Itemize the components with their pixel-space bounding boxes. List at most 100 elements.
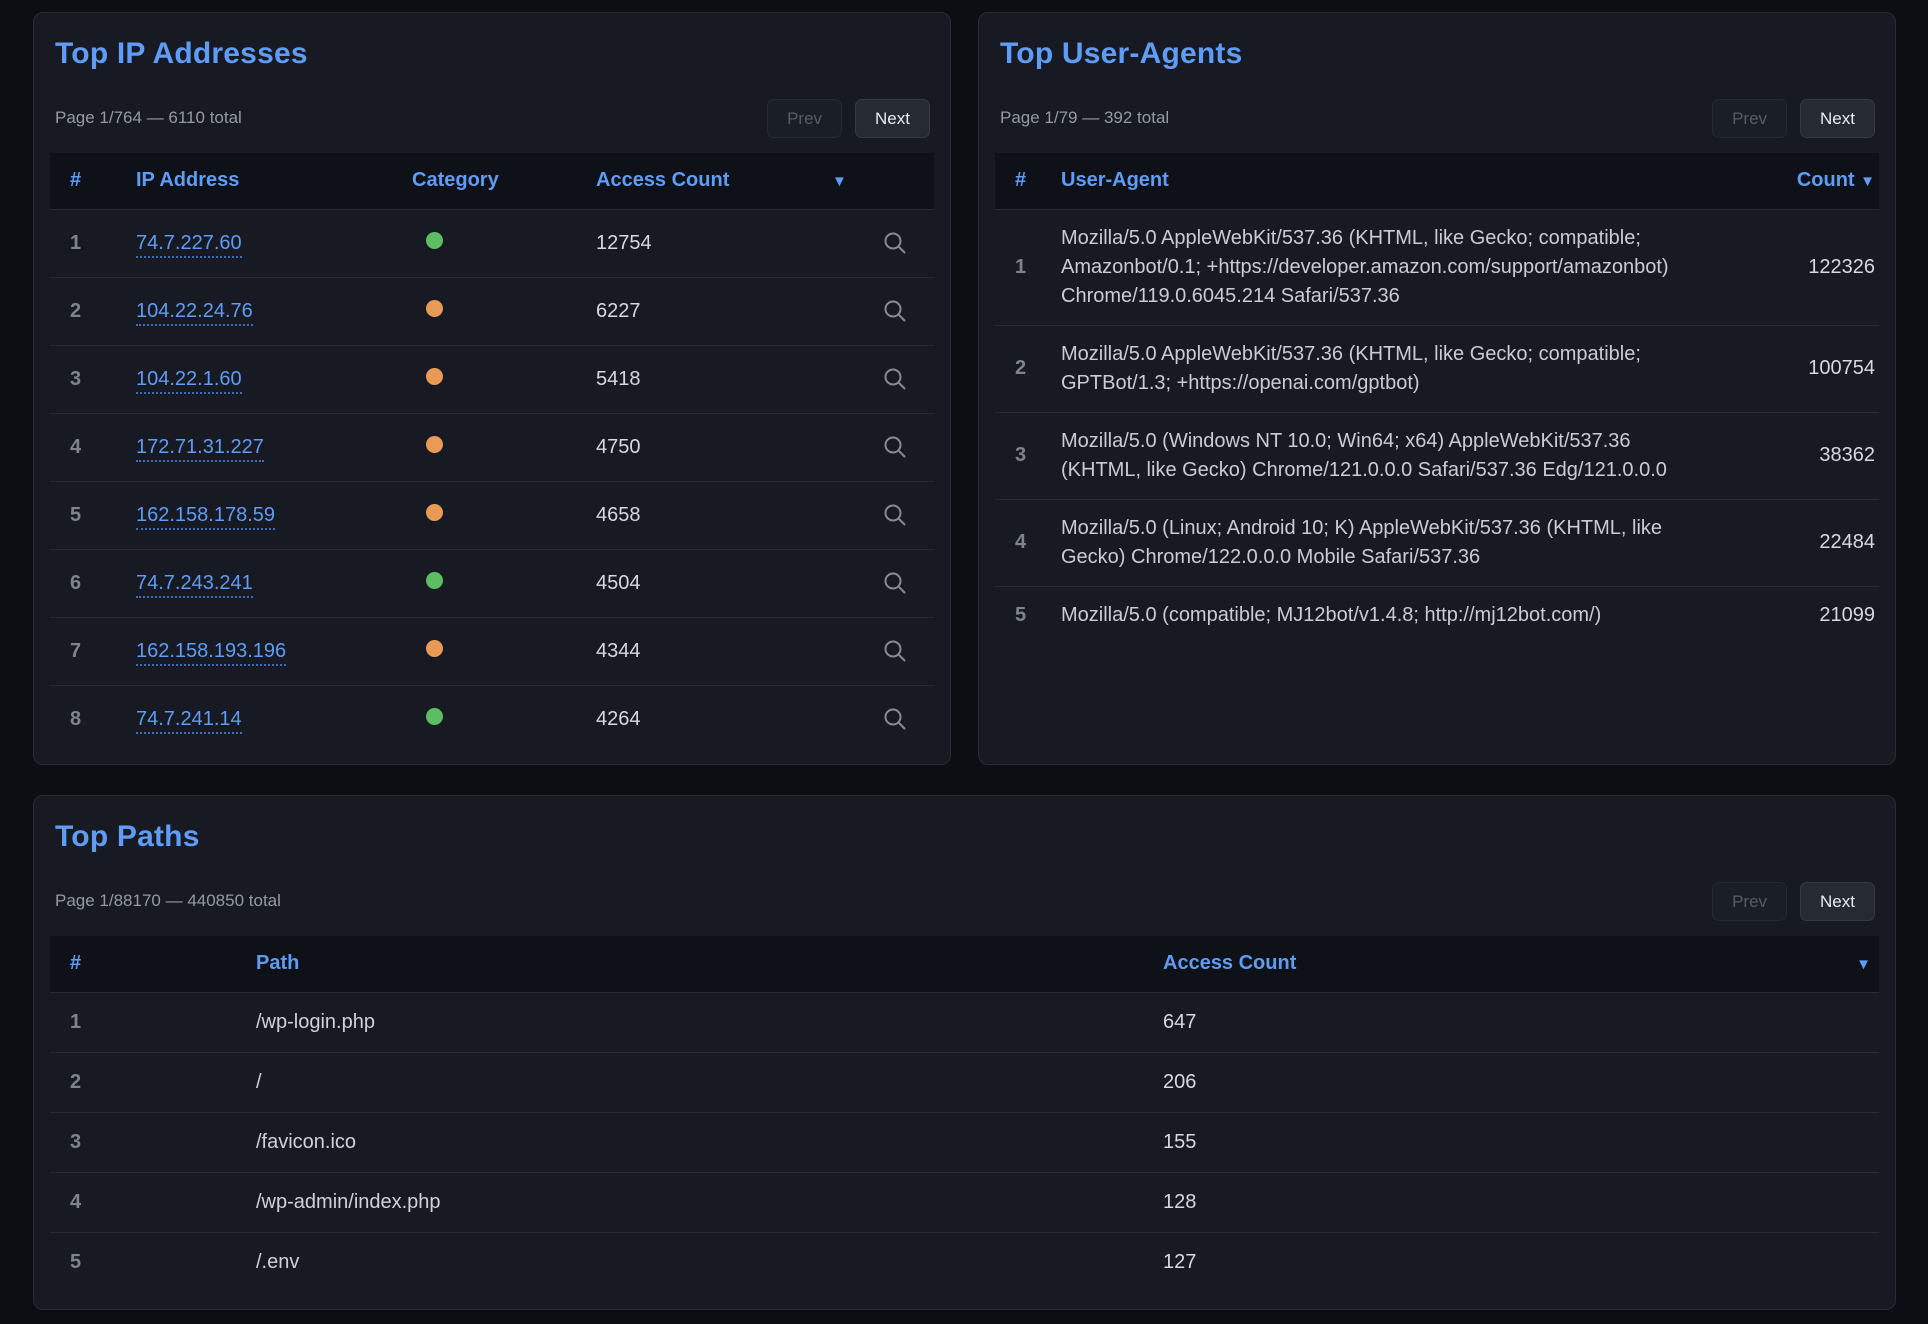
table-row: 7 162.158.193.196 4344 bbox=[50, 617, 934, 685]
page-title: Top IP Addresses bbox=[55, 37, 934, 71]
paths-col-path: Path bbox=[256, 936, 1163, 992]
ip-page-info: Page 1/764 — 6110 total bbox=[55, 108, 242, 128]
row-rank: 4 bbox=[70, 1191, 81, 1213]
user-agent-string: Mozilla/5.0 (Windows NT 10.0; Win64; x64… bbox=[1061, 430, 1667, 481]
access-count: 12754 bbox=[596, 232, 652, 254]
access-count: 647 bbox=[1163, 1011, 1196, 1033]
table-row: 1 Mozilla/5.0 AppleWebKit/537.36 (KHTML,… bbox=[995, 209, 1879, 325]
category-status-dot bbox=[426, 640, 443, 657]
ua-col-count[interactable]: Count ▼ bbox=[1749, 153, 1879, 209]
magnifier-icon bbox=[882, 502, 908, 528]
access-count: 206 bbox=[1163, 1071, 1196, 1093]
row-rank: 1 bbox=[1015, 256, 1026, 278]
category-status-dot bbox=[426, 504, 443, 521]
inspect-ip-button[interactable] bbox=[878, 294, 912, 328]
page-title: Top User-Agents bbox=[1000, 37, 1879, 71]
access-count: 6227 bbox=[596, 300, 641, 322]
table-row: 1 74.7.227.60 12754 bbox=[50, 209, 934, 277]
table-row: 5 Mozilla/5.0 (compatible; MJ12bot/v1.4.… bbox=[995, 586, 1879, 644]
table-row: 4 Mozilla/5.0 (Linux; Android 10; K) App… bbox=[995, 499, 1879, 586]
row-rank: 2 bbox=[70, 300, 81, 322]
page-title: Top Paths bbox=[55, 820, 1879, 854]
row-rank: 1 bbox=[70, 232, 81, 254]
category-status-dot bbox=[426, 708, 443, 725]
ua-col-rank: # bbox=[995, 153, 1061, 209]
paths-prev-button[interactable]: Prev bbox=[1712, 882, 1787, 921]
user-agent-string: Mozilla/5.0 (compatible; MJ12bot/v1.4.8;… bbox=[1061, 604, 1601, 626]
inspect-ip-button[interactable] bbox=[878, 362, 912, 396]
table-row: 2 Mozilla/5.0 AppleWebKit/537.36 (KHTML,… bbox=[995, 325, 1879, 412]
path-value: /wp-login.php bbox=[256, 1011, 375, 1033]
table-row: 1 /wp-login.php 647 bbox=[50, 992, 1879, 1052]
access-count: 127 bbox=[1163, 1251, 1196, 1273]
row-rank: 3 bbox=[70, 368, 81, 390]
ua-prev-button[interactable]: Prev bbox=[1712, 99, 1787, 138]
access-count: 155 bbox=[1163, 1131, 1196, 1153]
ip-address-link[interactable]: 162.158.193.196 bbox=[136, 640, 286, 666]
access-count: 4344 bbox=[596, 640, 641, 662]
access-count: 4658 bbox=[596, 504, 641, 526]
ip-address-link[interactable]: 104.22.1.60 bbox=[136, 368, 242, 394]
paths-table: # Path Access Count ▼ 1 /wp-login.php 64… bbox=[50, 936, 1879, 1292]
ip-address-link[interactable]: 74.7.227.60 bbox=[136, 232, 242, 258]
table-row: 3 104.22.1.60 5418 bbox=[50, 345, 934, 413]
row-rank: 7 bbox=[70, 640, 81, 662]
paths-page-info: Page 1/88170 — 440850 total bbox=[55, 891, 281, 911]
ua-count: 21099 bbox=[1819, 604, 1875, 626]
ip-table-header-row: # IP Address Category Access Count ▼ bbox=[50, 153, 934, 209]
table-row: 3 /favicon.ico 155 bbox=[50, 1112, 1879, 1172]
table-row: 5 /.env 127 bbox=[50, 1232, 1879, 1292]
table-row: 6 74.7.243.241 4504 bbox=[50, 549, 934, 617]
row-rank: 8 bbox=[70, 708, 81, 730]
magnifier-icon bbox=[882, 230, 908, 256]
inspect-ip-button[interactable] bbox=[878, 430, 912, 464]
ip-address-link[interactable]: 162.158.178.59 bbox=[136, 504, 275, 530]
row-rank: 2 bbox=[70, 1071, 81, 1093]
row-rank: 3 bbox=[70, 1131, 81, 1153]
top-ip-addresses-panel: Top IP Addresses Page 1/764 — 6110 total… bbox=[33, 12, 951, 765]
inspect-ip-button[interactable] bbox=[878, 498, 912, 532]
dashboard-page: Top IP Addresses Page 1/764 — 6110 total… bbox=[0, 0, 1928, 1310]
ip-address-link[interactable]: 74.7.243.241 bbox=[136, 572, 253, 598]
row-rank: 6 bbox=[70, 572, 81, 594]
table-row: 4 172.71.31.227 4750 bbox=[50, 413, 934, 481]
row-rank: 5 bbox=[70, 504, 81, 526]
paths-col-rank: # bbox=[50, 936, 256, 992]
table-row: 3 Mozilla/5.0 (Windows NT 10.0; Win64; x… bbox=[995, 412, 1879, 499]
ip-next-button[interactable]: Next bbox=[855, 99, 930, 138]
user-agent-table: # User-Agent Count ▼ 1 Mozilla/5.0 Apple… bbox=[995, 153, 1879, 644]
path-value: /favicon.ico bbox=[256, 1131, 356, 1153]
ua-page-info: Page 1/79 — 392 total bbox=[1000, 108, 1169, 128]
inspect-ip-button[interactable] bbox=[878, 634, 912, 668]
paths-col-access-count[interactable]: Access Count bbox=[1163, 936, 1834, 992]
paths-next-button[interactable]: Next bbox=[1800, 882, 1875, 921]
access-count: 5418 bbox=[596, 368, 641, 390]
inspect-ip-button[interactable] bbox=[878, 226, 912, 260]
ua-count: 100754 bbox=[1808, 357, 1875, 379]
row-rank: 4 bbox=[70, 436, 81, 458]
user-agent-string: Mozilla/5.0 AppleWebKit/537.36 (KHTML, l… bbox=[1061, 343, 1641, 394]
magnifier-icon bbox=[882, 638, 908, 664]
top-user-agents-panel: Top User-Agents Page 1/79 — 392 total Pr… bbox=[978, 12, 1896, 765]
category-status-dot bbox=[426, 300, 443, 317]
row-rank: 4 bbox=[1015, 531, 1026, 553]
magnifier-icon bbox=[882, 366, 908, 392]
table-row: 4 /wp-admin/index.php 128 bbox=[50, 1172, 1879, 1232]
path-value: /wp-admin/index.php bbox=[256, 1191, 441, 1213]
ip-col-ip-address: IP Address bbox=[136, 153, 412, 209]
ip-address-link[interactable]: 104.22.24.76 bbox=[136, 300, 253, 326]
row-rank: 5 bbox=[70, 1251, 81, 1273]
inspect-ip-button[interactable] bbox=[878, 566, 912, 600]
category-status-dot bbox=[426, 368, 443, 385]
category-status-dot bbox=[426, 572, 443, 589]
ua-table-header-row: # User-Agent Count ▼ bbox=[995, 153, 1879, 209]
ip-address-link[interactable]: 172.71.31.227 bbox=[136, 436, 264, 462]
inspect-ip-button[interactable] bbox=[878, 702, 912, 736]
ip-prev-button[interactable]: Prev bbox=[767, 99, 842, 138]
ua-col-user-agent: User-Agent bbox=[1061, 153, 1749, 209]
path-value: /.env bbox=[256, 1251, 299, 1273]
ua-next-button[interactable]: Next bbox=[1800, 99, 1875, 138]
ip-col-access-count[interactable]: Access Count bbox=[596, 153, 832, 209]
ip-address-link[interactable]: 74.7.241.14 bbox=[136, 708, 242, 734]
top-paths-panel: Top Paths Page 1/88170 — 440850 total Pr… bbox=[33, 795, 1896, 1310]
